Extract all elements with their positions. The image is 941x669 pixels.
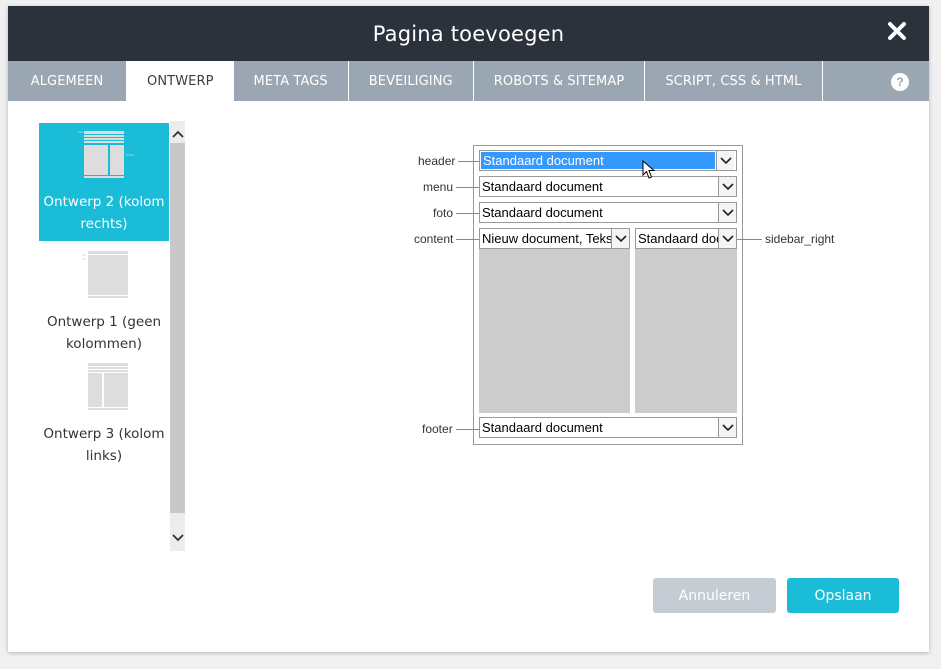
design-label: kolommen) bbox=[65, 336, 143, 352]
design-thumbnail bbox=[82, 251, 128, 298]
design-item-1[interactable]: Ontwerp 1 (geen kolommen) bbox=[39, 241, 169, 359]
design-label: links) bbox=[85, 448, 123, 464]
close-icon[interactable] bbox=[885, 19, 909, 43]
menu-select[interactable]: Standaard document bbox=[479, 176, 737, 197]
design-thumbnail bbox=[78, 131, 134, 178]
design-label: Ontwerp 2 (kolom bbox=[43, 194, 165, 210]
region-label-content: content bbox=[414, 232, 454, 246]
region-label-footer: footer bbox=[422, 422, 453, 436]
chevron-down-icon[interactable] bbox=[718, 418, 736, 437]
content-select[interactable]: Nieuw document, Tekst bbox=[479, 228, 630, 249]
foto-select[interactable]: Standaard document bbox=[479, 202, 737, 223]
tab-bar: ALGEMEEN ONTWERP META TAGS BEVEILIGING R… bbox=[8, 61, 929, 101]
connector-line bbox=[456, 187, 479, 188]
chevron-down-icon[interactable] bbox=[718, 229, 736, 248]
connector-line bbox=[458, 161, 479, 162]
connector-line bbox=[456, 239, 479, 240]
chevron-down-icon[interactable] bbox=[170, 529, 185, 547]
sidebar-column bbox=[635, 249, 737, 413]
cancel-button[interactable]: Annuleren bbox=[653, 578, 776, 613]
design-label: Ontwerp 1 (geen bbox=[46, 314, 162, 330]
design-list: Ontwerp 2 (kolom rechts) Ontwerp 1 (geen… bbox=[39, 123, 169, 553]
region-label-header: header bbox=[418, 154, 456, 168]
help-icon[interactable]: ? bbox=[891, 73, 909, 91]
chevron-down-icon[interactable] bbox=[718, 203, 736, 222]
tab-algemeen[interactable]: ALGEMEEN bbox=[8, 61, 127, 101]
design-item-2[interactable]: Ontwerp 2 (kolom rechts) bbox=[39, 123, 169, 241]
design-label: Ontwerp 3 (kolom bbox=[43, 426, 165, 442]
design-thumbnail bbox=[88, 363, 128, 410]
design-item-3[interactable]: Ontwerp 3 (kolom links) bbox=[39, 359, 169, 477]
chevron-down-icon[interactable] bbox=[716, 151, 734, 170]
tab-ontwerp[interactable]: ONTWERP bbox=[127, 61, 234, 101]
region-label-sidebar: sidebar_right bbox=[765, 232, 835, 246]
footer-select[interactable]: Standaard document bbox=[479, 417, 737, 438]
content-column bbox=[479, 249, 630, 413]
region-label-menu: menu bbox=[423, 180, 454, 194]
sidebar-select[interactable]: Standaard document bbox=[635, 228, 737, 249]
scrollbar-track[interactable] bbox=[170, 143, 185, 513]
region-label-foto: foto bbox=[433, 206, 454, 220]
connector-line bbox=[456, 429, 479, 430]
mouse-cursor-icon bbox=[642, 160, 656, 179]
chevron-up-icon[interactable] bbox=[170, 125, 185, 143]
save-button[interactable]: Opslaan bbox=[787, 578, 899, 613]
design-list-scrollbar[interactable] bbox=[170, 121, 185, 551]
tab-beveiliging[interactable]: BEVEILIGING bbox=[349, 61, 474, 101]
chevron-down-icon[interactable] bbox=[611, 229, 629, 248]
dialog-title: Pagina toevoegen bbox=[372, 21, 565, 46]
tab-robots-sitemap[interactable]: ROBOTS & SITEMAP bbox=[474, 61, 646, 101]
connector-line bbox=[456, 213, 479, 214]
connector-line bbox=[737, 239, 762, 240]
tab-script-css-html[interactable]: SCRIPT, CSS & HTML bbox=[645, 61, 823, 101]
design-label: rechts) bbox=[80, 216, 128, 232]
header-select[interactable]: Standaard document bbox=[479, 150, 737, 171]
chevron-down-icon[interactable] bbox=[718, 177, 736, 196]
dialog-titlebar: Pagina toevoegen bbox=[8, 6, 929, 61]
tab-meta-tags[interactable]: META TAGS bbox=[234, 61, 349, 101]
